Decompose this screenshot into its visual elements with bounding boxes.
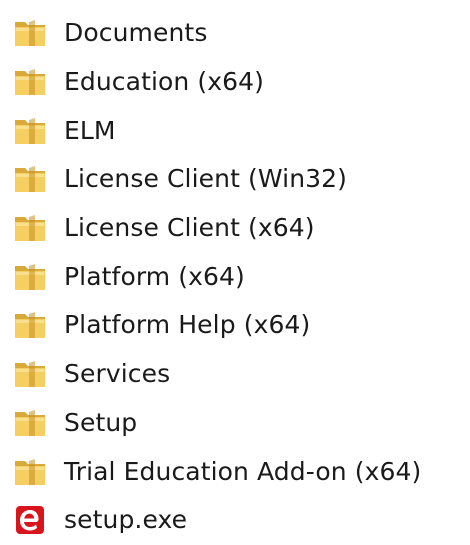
list-item-education-x64[interactable]: Education (x64): [0, 58, 470, 107]
folder-icon: [15, 166, 45, 193]
item-label: Setup: [64, 407, 138, 437]
list-item-setup[interactable]: Setup: [0, 399, 470, 448]
file-list: Documents Education (x64) ELM License Cl…: [0, 9, 470, 545]
list-item-platform-help-x64[interactable]: Platform Help (x64): [0, 301, 470, 350]
folder-icon: [15, 20, 45, 47]
list-item-setup-exe[interactable]: setup.exe: [0, 496, 470, 545]
item-label: License Client (x64): [64, 213, 315, 243]
item-label: Platform (x64): [64, 261, 245, 291]
list-item-license-client-x64[interactable]: License Client (x64): [0, 204, 470, 253]
folder-icon: [15, 69, 45, 96]
list-item-elm[interactable]: ELM: [0, 106, 470, 155]
item-label: Education (x64): [64, 66, 265, 96]
item-label: Documents: [64, 18, 208, 48]
exe-icon: [16, 506, 44, 535]
folder-icon: [15, 409, 45, 436]
folder-icon: [15, 117, 45, 144]
item-label: Platform Help (x64): [64, 310, 311, 340]
list-item-license-client-win32[interactable]: License Client (Win32): [0, 155, 470, 204]
item-label: ELM: [64, 115, 116, 145]
folder-icon: [15, 458, 45, 485]
folder-icon: [15, 312, 45, 339]
folder-icon: [15, 361, 45, 388]
folder-icon: [15, 215, 45, 242]
item-label: Trial Education Add-on (x64): [64, 456, 422, 486]
list-item-documents[interactable]: Documents: [0, 9, 470, 58]
list-item-services[interactable]: Services: [0, 350, 470, 399]
item-label: setup.exe: [64, 505, 188, 535]
item-label: Services: [64, 359, 171, 389]
list-item-trial-education-add-on-x64[interactable]: Trial Education Add-on (x64): [0, 447, 470, 496]
folder-icon: [15, 263, 45, 290]
list-item-platform-x64[interactable]: Platform (x64): [0, 252, 470, 301]
item-label: License Client (Win32): [64, 164, 347, 194]
